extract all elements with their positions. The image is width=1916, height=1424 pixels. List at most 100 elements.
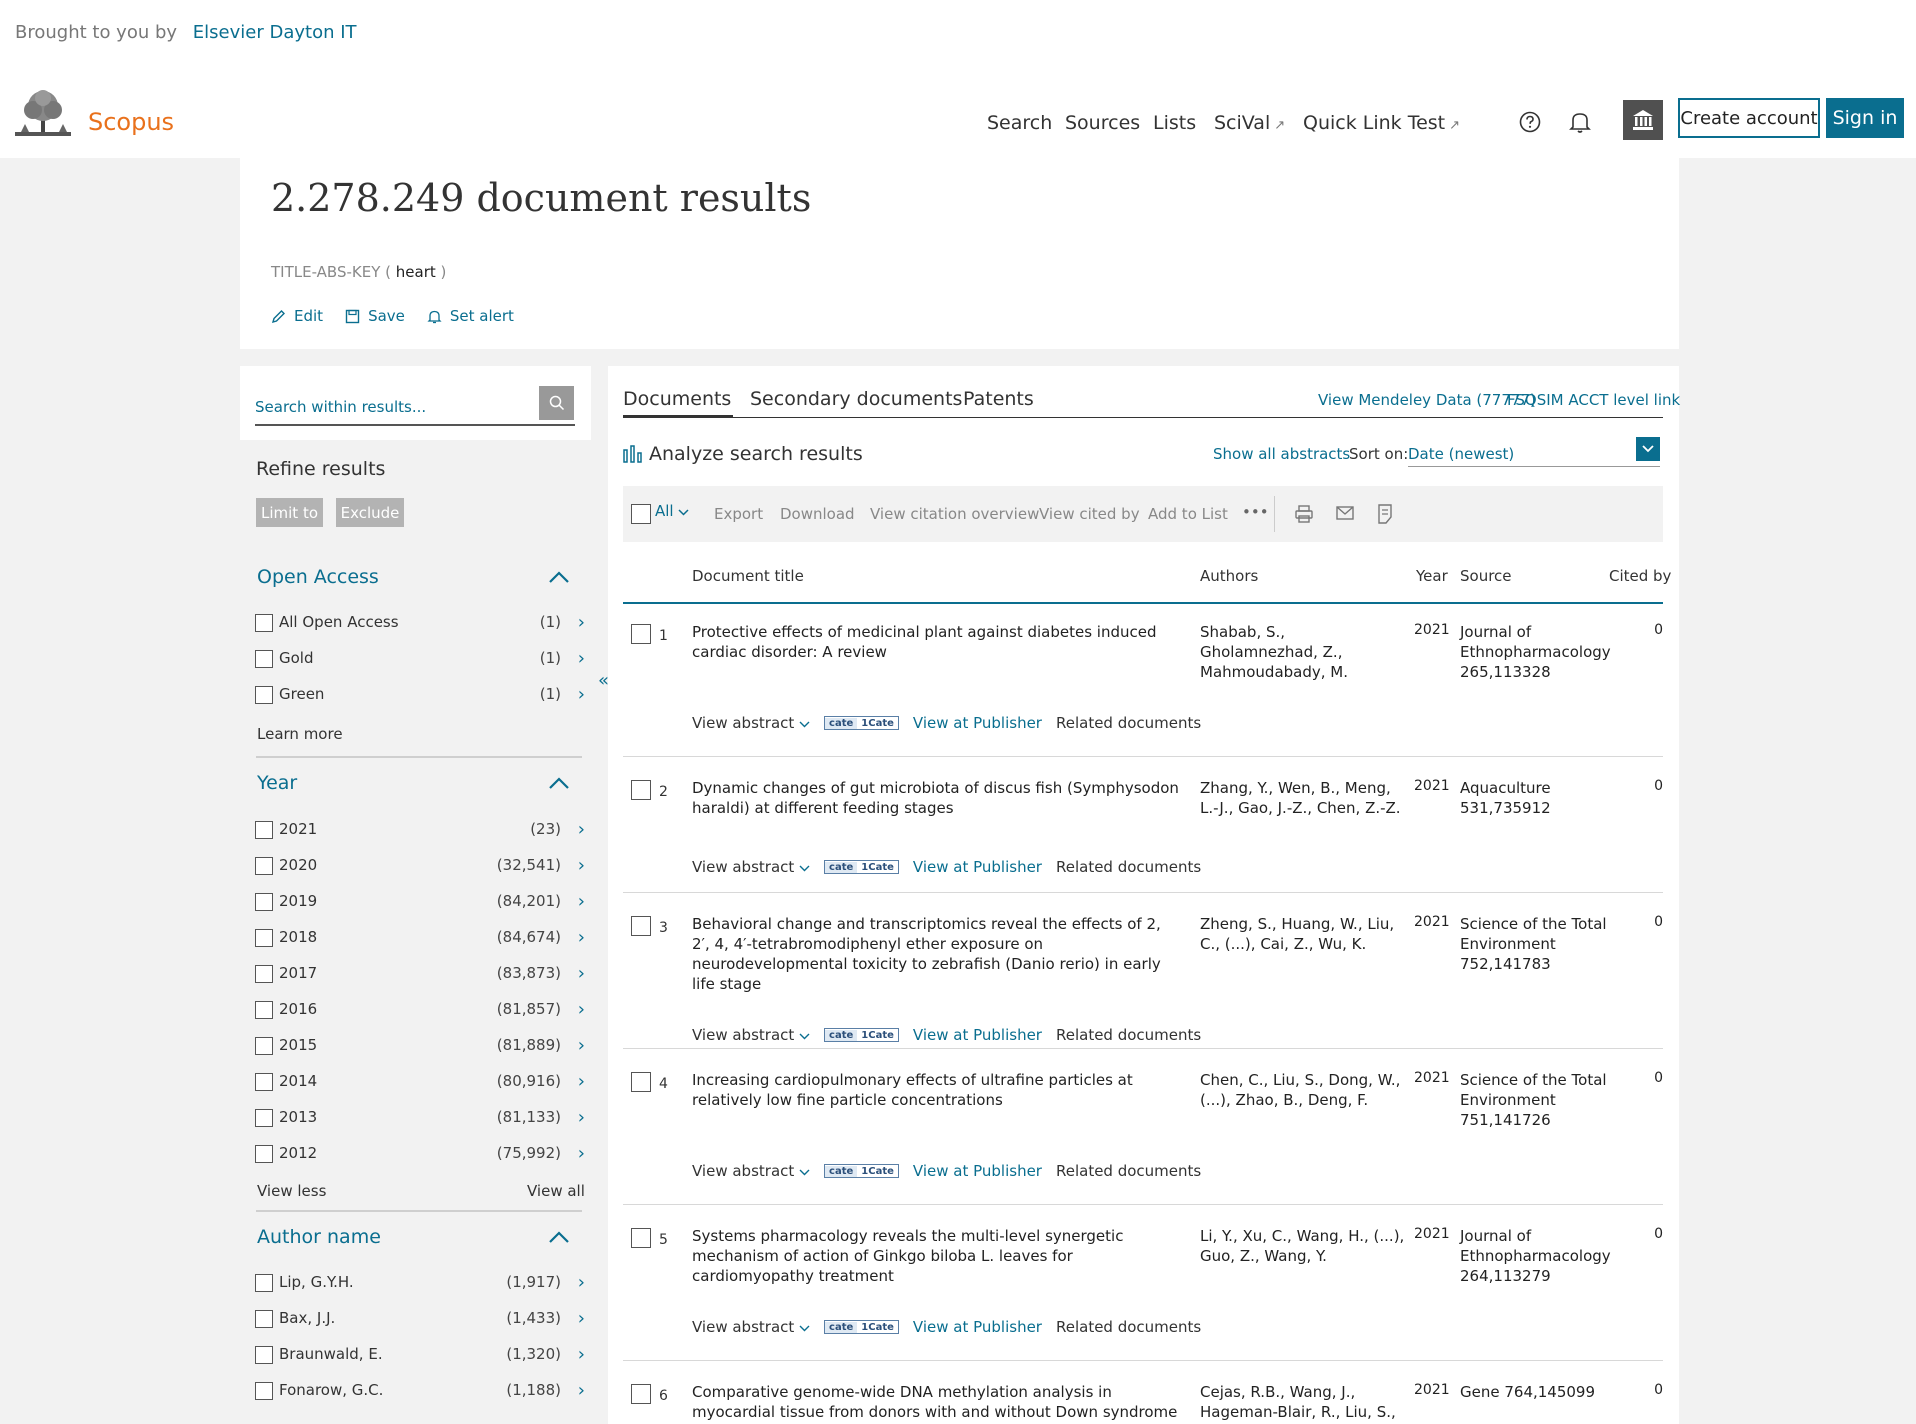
- related-documents-link[interactable]: Related documents: [1056, 1162, 1201, 1180]
- select-all-checkbox[interactable]: [631, 504, 651, 524]
- facet-checkbox[interactable]: [255, 1382, 273, 1400]
- analyze-results-link[interactable]: Analyze search results: [623, 443, 863, 465]
- document-title-link[interactable]: Systems pharmacology reveals the multi-l…: [692, 1226, 1182, 1286]
- chevron-right-icon[interactable]: ›: [578, 684, 585, 705]
- search-within-input[interactable]: Search within results...: [255, 390, 575, 426]
- facet-checkbox[interactable]: [255, 965, 273, 983]
- authors[interactable]: Shabab, S., Gholamnezhad, Z., Mahmoudaba…: [1200, 622, 1405, 682]
- source[interactable]: Gene 764,145099: [1460, 1382, 1610, 1402]
- related-documents-link[interactable]: Related documents: [1056, 1026, 1201, 1044]
- cate-link-badge[interactable]: cate 1Cate: [824, 1028, 899, 1042]
- document-title-link[interactable]: Increasing cardiopulmonary effects of ul…: [692, 1070, 1182, 1110]
- facet-checkbox[interactable]: [255, 686, 273, 704]
- bibliography-icon[interactable]: [1377, 504, 1393, 524]
- set-alert-button[interactable]: Set alert: [427, 307, 514, 325]
- authors[interactable]: Cejas, R.B., Wang, J., Hageman-Blair, R.…: [1200, 1382, 1405, 1422]
- view-all-link[interactable]: View all: [527, 1182, 585, 1200]
- nav-scival[interactable]: SciVal ↗: [1214, 112, 1285, 134]
- document-title-link[interactable]: Protective effects of medicinal plant ag…: [692, 622, 1182, 662]
- chevron-right-icon[interactable]: ›: [578, 1344, 585, 1365]
- year-item[interactable]: 2017 (83,873) ›: [255, 962, 585, 986]
- chevron-right-icon[interactable]: ›: [578, 612, 585, 633]
- exclude-button[interactable]: Exclude: [336, 498, 404, 527]
- year-item[interactable]: 2014 (80,916) ›: [255, 1070, 585, 1094]
- chevron-down-icon[interactable]: [1636, 437, 1660, 461]
- facet-checkbox[interactable]: [255, 614, 273, 632]
- create-account-button[interactable]: Create account: [1678, 98, 1820, 138]
- edit-button[interactable]: Edit: [271, 307, 323, 325]
- facet-checkbox[interactable]: [255, 1037, 273, 1055]
- chevron-right-icon[interactable]: ›: [578, 819, 585, 840]
- sort-select[interactable]: Date (newest): [1408, 437, 1660, 467]
- view-at-publisher-link[interactable]: View at Publisher: [913, 1026, 1042, 1044]
- column-document-title[interactable]: Document title: [692, 567, 804, 585]
- source[interactable]: Journal of Ethnopharmacology 265,113328: [1460, 622, 1611, 682]
- row-checkbox[interactable]: [631, 1228, 651, 1248]
- source[interactable]: Aquaculture 531,735912: [1460, 778, 1610, 818]
- help-icon[interactable]: [1515, 107, 1545, 137]
- document-title-link[interactable]: Comparative genome-wide DNA methylation …: [692, 1382, 1182, 1422]
- column-source[interactable]: Source: [1460, 567, 1512, 585]
- facet-open-access-title[interactable]: Open Access: [257, 566, 379, 588]
- limit-to-button[interactable]: Limit to: [256, 498, 323, 527]
- cited-by-count[interactable]: 0: [1654, 778, 1663, 794]
- cited-by-count[interactable]: 0: [1654, 1382, 1663, 1398]
- scopus-brand[interactable]: Scopus: [88, 108, 174, 136]
- chevron-right-icon[interactable]: ›: [578, 648, 585, 669]
- tab-secondary-documents[interactable]: Secondary documents: [750, 388, 962, 410]
- cate-link-badge[interactable]: cate 1Cate: [824, 716, 899, 730]
- add-to-list-button[interactable]: Add to List: [1148, 505, 1228, 523]
- view-at-publisher-link[interactable]: View at Publisher: [913, 714, 1042, 732]
- cate-link-badge[interactable]: cate 1Cate: [824, 1320, 899, 1334]
- fsqsim-acct-link[interactable]: FSQSIM ACCT level link: [1507, 391, 1680, 409]
- year-item[interactable]: 2018 (84,674) ›: [255, 926, 585, 950]
- related-documents-link[interactable]: Related documents: [1056, 714, 1201, 732]
- open-access-item[interactable]: Gold (1) ›: [255, 647, 585, 671]
- view-at-publisher-link[interactable]: View at Publisher: [913, 858, 1042, 876]
- authors[interactable]: Chen, C., Liu, S., Dong, W., (...), Zhao…: [1200, 1070, 1405, 1110]
- facet-checkbox[interactable]: [255, 1310, 273, 1328]
- show-all-abstracts-link[interactable]: Show all abstracts: [1213, 445, 1350, 463]
- source[interactable]: Journal of Ethnopharmacology 264,113279: [1460, 1226, 1611, 1286]
- view-cited-by-button[interactable]: View cited by: [1039, 505, 1140, 523]
- chevron-up-icon[interactable]: [548, 776, 570, 790]
- view-abstract-link[interactable]: View abstract: [692, 1026, 810, 1044]
- institution-icon[interactable]: [1623, 100, 1663, 140]
- view-abstract-link[interactable]: View abstract: [692, 858, 810, 876]
- learn-more-link[interactable]: Learn more: [257, 725, 343, 743]
- open-access-item[interactable]: Green (1) ›: [255, 683, 585, 707]
- row-checkbox[interactable]: [631, 1384, 651, 1404]
- facet-checkbox[interactable]: [255, 1001, 273, 1019]
- author-item[interactable]: Lip, G.Y.H. (1,917) ›: [255, 1271, 585, 1295]
- view-at-publisher-link[interactable]: View at Publisher: [913, 1318, 1042, 1336]
- email-icon[interactable]: [1336, 505, 1354, 521]
- save-button[interactable]: Save: [345, 307, 405, 325]
- row-checkbox[interactable]: [631, 1072, 651, 1092]
- year-item[interactable]: 2015 (81,889) ›: [255, 1034, 585, 1058]
- source[interactable]: Science of the Total Environment 752,141…: [1460, 914, 1610, 974]
- row-checkbox[interactable]: [631, 624, 651, 644]
- facet-checkbox[interactable]: [255, 650, 273, 668]
- cited-by-count[interactable]: 0: [1654, 1070, 1663, 1086]
- authors[interactable]: Li, Y., Xu, C., Wang, H., (...), Guo, Z.…: [1200, 1226, 1405, 1266]
- facet-author-title[interactable]: Author name: [257, 1226, 381, 1248]
- facet-checkbox[interactable]: [255, 1073, 273, 1091]
- view-less-link[interactable]: View less: [257, 1182, 326, 1200]
- nav-quick-link-test[interactable]: Quick Link Test ↗: [1303, 112, 1460, 134]
- cate-link-badge[interactable]: cate 1Cate: [824, 860, 899, 874]
- facet-checkbox[interactable]: [255, 857, 273, 875]
- chevron-right-icon[interactable]: ›: [578, 1272, 585, 1293]
- column-authors[interactable]: Authors: [1200, 567, 1258, 585]
- cited-by-count[interactable]: 0: [1654, 914, 1663, 930]
- facet-checkbox[interactable]: [255, 1109, 273, 1127]
- year-item[interactable]: 2019 (84,201) ›: [255, 890, 585, 914]
- tab-patents[interactable]: Patents: [963, 388, 1034, 410]
- select-all-dropdown[interactable]: All: [655, 502, 689, 520]
- chevron-up-icon[interactable]: [548, 570, 570, 584]
- chevron-right-icon[interactable]: ›: [578, 1107, 585, 1128]
- chevron-up-icon[interactable]: [548, 1230, 570, 1244]
- export-button[interactable]: Export: [714, 505, 763, 523]
- document-title-link[interactable]: Behavioral change and transcriptomics re…: [692, 914, 1182, 994]
- row-checkbox[interactable]: [631, 916, 651, 936]
- view-citation-overview-button[interactable]: View citation overview: [870, 505, 1039, 523]
